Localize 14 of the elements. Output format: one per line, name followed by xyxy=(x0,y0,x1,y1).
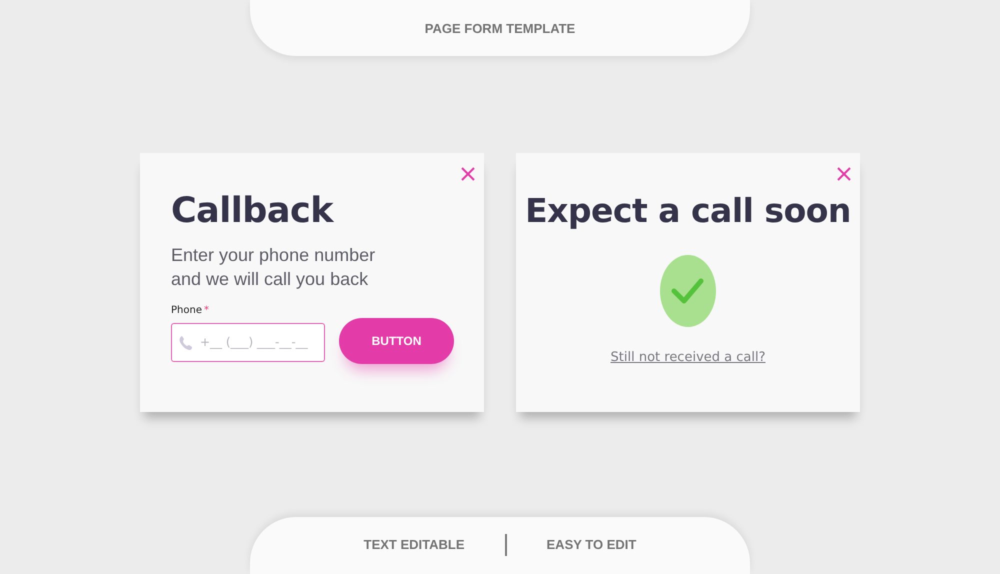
header-title: PAGE FORM TEMPLATE xyxy=(424,21,576,36)
dialog-title: Callback xyxy=(171,191,335,231)
field-label: Phone * xyxy=(171,305,210,316)
help-link[interactable]: Still not received a call? xyxy=(610,350,766,365)
dialog-title: Expect a call soon xyxy=(525,191,851,230)
close-icon[interactable] xyxy=(461,167,475,181)
submit-button[interactable]: BUTTON xyxy=(339,318,454,364)
close-icon[interactable] xyxy=(837,167,851,181)
phone-field[interactable]: +__ (___) ___-__-__ xyxy=(171,322,325,362)
dialog-description: Enter your phone number and we will call you back xyxy=(171,244,376,291)
footer-label: TEXT EDITABLE xyxy=(364,537,465,552)
footer-label: EASY TO EDIT xyxy=(546,537,636,552)
phone-icon xyxy=(179,334,193,350)
checkmark-icon xyxy=(659,254,717,328)
